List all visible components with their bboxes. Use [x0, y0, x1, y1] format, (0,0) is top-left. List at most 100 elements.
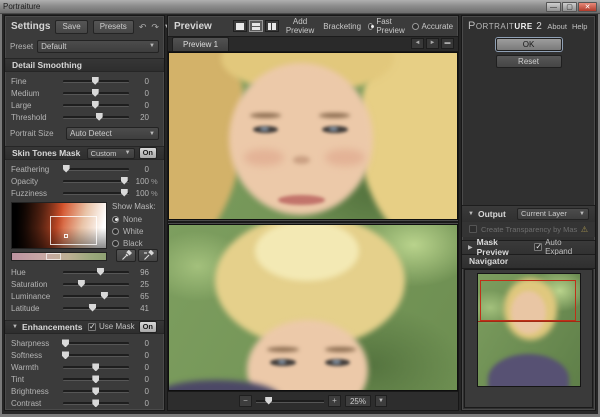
preview-image-top[interactable] — [168, 52, 458, 220]
zoom-slider-thumb[interactable] — [265, 397, 272, 405]
about-link[interactable]: About — [547, 22, 567, 31]
hue-selection[interactable] — [46, 253, 61, 260]
slider-thumb[interactable] — [121, 177, 128, 185]
slider-track[interactable] — [63, 80, 129, 83]
undo-icon[interactable]: ↶ — [139, 22, 147, 32]
slider-thumb[interactable] — [96, 113, 103, 121]
slider-track[interactable] — [63, 116, 129, 119]
zoom-menu-button[interactable]: ▼ — [375, 395, 387, 407]
slider-thumb[interactable] — [63, 165, 70, 173]
tab-close-button[interactable]: ▬ — [441, 38, 454, 49]
navigator-header[interactable]: Navigator — [462, 255, 595, 269]
enhancements-on-toggle[interactable]: On — [139, 321, 157, 333]
mask-option[interactable]: None — [112, 213, 158, 225]
auto-expand-checkbox[interactable] — [534, 243, 542, 251]
slider-track[interactable] — [63, 354, 129, 357]
zoom-slider[interactable] — [256, 400, 324, 403]
section-skin-tones-mask[interactable]: Skin Tones Mask Custom ▼ On — [5, 146, 164, 160]
navigator-view-rect[interactable] — [480, 280, 577, 320]
slider-track[interactable] — [63, 283, 129, 286]
slider-thumb[interactable] — [92, 89, 99, 97]
slider-track[interactable] — [63, 342, 129, 345]
tab-preview-1[interactable]: Preview 1 — [172, 37, 229, 51]
slider-label: Large — [11, 101, 63, 110]
navigator-thumbnail[interactable] — [477, 273, 581, 387]
bracketing-button[interactable]: Bracketing — [321, 22, 363, 31]
accurate-radio[interactable]: Accurate — [412, 22, 454, 31]
slider-track[interactable] — [63, 180, 129, 183]
mask-option[interactable]: Black — [112, 237, 158, 249]
auto-expand-group[interactable]: Auto Expand — [534, 238, 589, 256]
eyedropper-minus-button[interactable] — [138, 249, 158, 262]
slider-thumb[interactable] — [92, 363, 99, 371]
eyedropper-button[interactable] — [116, 249, 136, 262]
vertical-split-view-icon[interactable] — [265, 20, 279, 32]
zoom-level[interactable]: 25% — [345, 395, 371, 407]
slider-track[interactable] — [63, 366, 129, 369]
slider-thumb[interactable] — [97, 268, 104, 276]
slider-track[interactable] — [63, 378, 129, 381]
slider-thumb[interactable] — [78, 280, 85, 288]
presets-button[interactable]: Presets — [93, 20, 134, 34]
zoom-in-button[interactable]: + — [328, 395, 341, 407]
mask-preview-header[interactable]: ▶ Mask Preview Auto Expand — [462, 240, 595, 255]
slider-track[interactable] — [63, 390, 129, 393]
slider-label: Hue — [11, 268, 63, 277]
tab-prev-button[interactable]: ◄ — [411, 38, 424, 49]
zoom-out-button[interactable]: − — [239, 395, 252, 407]
single-view-icon[interactable] — [233, 20, 247, 32]
portrait-size-dropdown[interactable]: Auto Detect ▼ — [66, 127, 159, 140]
minimize-button[interactable]: — — [546, 2, 561, 12]
slider-thumb[interactable] — [92, 77, 99, 85]
slider-track[interactable] — [63, 192, 129, 195]
transparency-checkbox[interactable] — [469, 225, 477, 233]
slider-track[interactable] — [63, 271, 129, 274]
save-button[interactable]: Save — [55, 20, 87, 34]
chevron-down-icon: ▼ — [145, 131, 155, 137]
gradient-selection[interactable] — [50, 216, 97, 246]
section-enhancements[interactable]: ▼ Enhancements Use Mask On — [5, 320, 164, 334]
ok-button[interactable]: OK — [496, 38, 562, 51]
slider-row: Saturation 25 — [5, 278, 164, 290]
slider-thumb[interactable] — [62, 351, 69, 359]
preset-dropdown[interactable]: Default ▼ — [37, 40, 159, 53]
output-section-header[interactable]: ▼ Output Current Layer ▼ — [462, 206, 595, 222]
maximize-button[interactable]: ▢ — [562, 2, 577, 12]
window-titlebar[interactable]: Portraiture — ▢ ✕ — [0, 0, 600, 14]
mask-preset-dropdown[interactable]: Custom ▼ — [87, 148, 135, 159]
mask-option[interactable]: White — [112, 225, 158, 237]
fast-preview-radio[interactable]: Fast Preview — [368, 17, 406, 35]
output-layer-dropdown[interactable]: Current Layer ▼ — [517, 208, 589, 220]
help-link[interactable]: Help — [572, 22, 587, 31]
slider-track[interactable] — [63, 104, 129, 107]
preview-image-bottom[interactable] — [168, 224, 458, 392]
slider-thumb[interactable] — [89, 304, 96, 312]
section-detail-smoothing[interactable]: Detail Smoothing — [5, 58, 164, 72]
mask-on-toggle[interactable]: On — [139, 147, 157, 159]
slider-thumb[interactable] — [62, 339, 69, 347]
use-mask-checkbox[interactable] — [88, 323, 96, 331]
horizontal-split-view-icon[interactable] — [249, 20, 263, 32]
redo-icon[interactable]: ↷ — [151, 22, 159, 32]
color-gradient-box[interactable] — [11, 202, 107, 249]
reset-button[interactable]: Reset — [496, 55, 562, 68]
slider-thumb[interactable] — [92, 375, 99, 383]
slider-row: Threshold 20 — [5, 111, 164, 123]
slider-thumb[interactable] — [121, 189, 128, 197]
slider-thumb[interactable] — [92, 101, 99, 109]
slider-thumb[interactable] — [101, 292, 108, 300]
hue-strip[interactable] — [11, 252, 107, 261]
add-preview-button[interactable]: Add Preview — [284, 17, 316, 35]
slider-track[interactable] — [63, 168, 129, 171]
slider-track[interactable] — [63, 402, 129, 405]
tab-next-button[interactable]: ► — [426, 38, 439, 49]
slider-thumb[interactable] — [92, 399, 99, 407]
slider-track[interactable] — [63, 295, 129, 298]
triangle-right-icon: ▶ — [468, 244, 473, 251]
slider-track[interactable] — [63, 307, 129, 310]
slider-row: Hue 96 — [5, 266, 164, 278]
close-button[interactable]: ✕ — [578, 2, 597, 12]
app-logo: Portraiture 2 — [468, 20, 542, 32]
slider-track[interactable] — [63, 92, 129, 95]
slider-thumb[interactable] — [92, 387, 99, 395]
